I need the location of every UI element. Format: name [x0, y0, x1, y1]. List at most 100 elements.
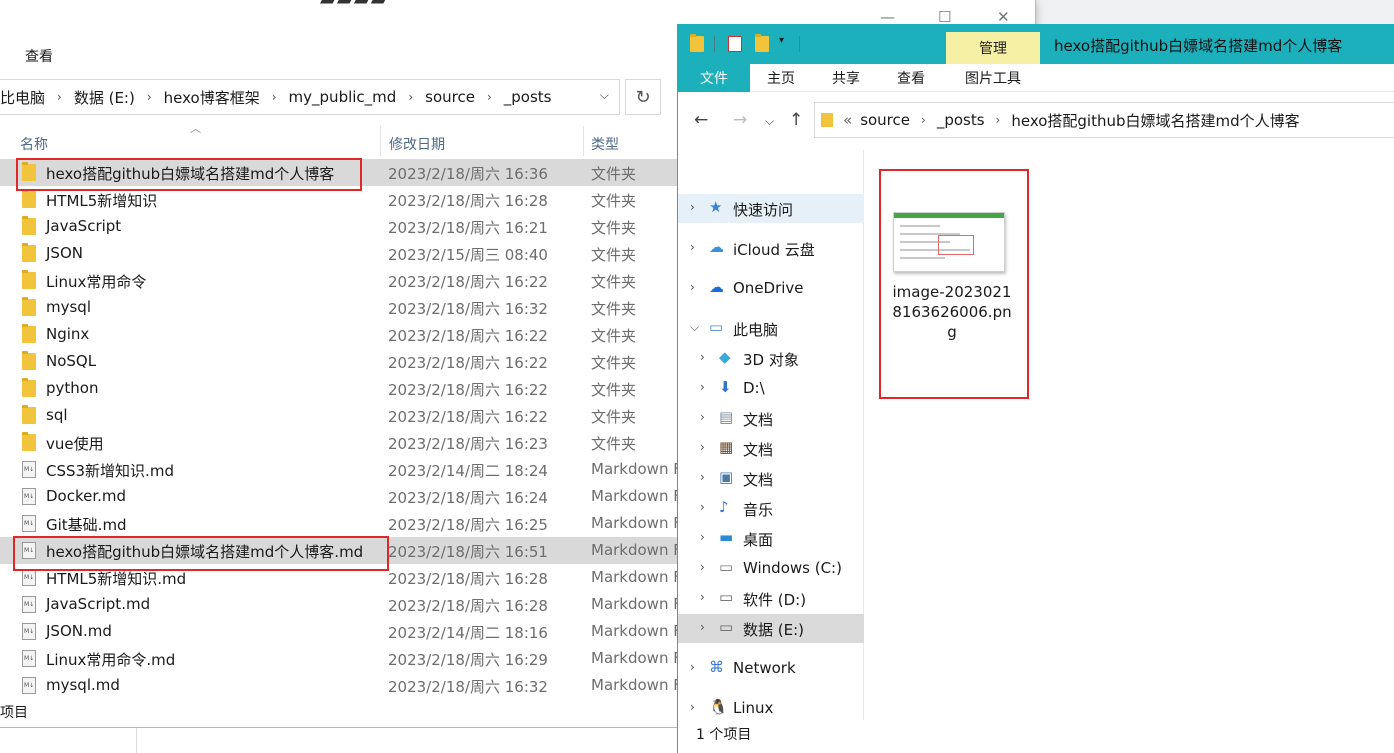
nav-item[interactable]: › ▭ 软件 (D:) — [678, 584, 864, 613]
breadcrumb-item[interactable]: source — [860, 111, 910, 129]
column-date[interactable]: 修改日期 — [389, 134, 445, 154]
file-name: JSON.md — [46, 622, 112, 640]
file-row[interactable]: Docker.md 2023/2/18/周六 16:24 Markdown F — [0, 483, 682, 510]
file-row[interactable]: NoSQL 2023/2/18/周六 16:22 文件夹 — [0, 348, 680, 375]
column-name[interactable]: 名称 — [20, 134, 48, 154]
nav-item[interactable]: › ▭ Windows (C:) — [678, 554, 864, 583]
tab-share[interactable]: 共享 — [817, 64, 875, 92]
properties-icon[interactable] — [728, 36, 742, 52]
file-row[interactable]: hexo搭配github白嫖域名搭建md个人博客.md 2023/2/18/周六 … — [0, 537, 682, 564]
address-overflow[interactable]: « — [843, 111, 852, 129]
file-row[interactable]: Nginx 2023/2/18/周六 16:22 文件夹 — [0, 321, 680, 348]
nav-item[interactable]: › 🐧 Linux — [678, 694, 864, 723]
file-row[interactable]: JavaScript.md 2023/2/18/周六 16:28 Markdown … — [0, 591, 682, 618]
recent-dropdown-icon[interactable]: ⌵ — [765, 114, 774, 129]
markdown-file-icon — [22, 515, 36, 532]
breadcrumb-separator-icon[interactable]: › — [272, 90, 277, 104]
nav-item[interactable]: › ▣ 文档 — [678, 464, 864, 493]
forward-arrow-icon[interactable]: → — [733, 110, 747, 130]
file-row[interactable]: Linux常用命令 2023/2/18/周六 16:22 文件夹 — [0, 267, 680, 294]
file-row[interactable]: hexo搭配github白嫖域名搭建md个人博客 2023/2/18/周六 16:… — [0, 159, 680, 186]
breadcrumb-separator-icon[interactable]: › — [996, 113, 1001, 127]
tab-file[interactable]: 文件 — [678, 64, 750, 92]
chevron-right-icon[interactable]: › — [690, 660, 695, 674]
tab-manage[interactable]: 管理 — [946, 32, 1040, 64]
breadcrumb-separator-icon[interactable]: › — [921, 113, 926, 127]
tab-view[interactable]: 查看 — [882, 64, 940, 92]
chevron-right-icon[interactable]: › — [700, 470, 705, 484]
breadcrumb-item[interactable]: source — [425, 88, 475, 106]
chevron-right-icon[interactable]: › — [690, 200, 695, 214]
chevron-right-icon[interactable]: › — [690, 240, 695, 254]
breadcrumb-item[interactable]: hexo博客框架 — [164, 87, 260, 108]
image-file-name[interactable]: image-20230218163626006.png — [890, 282, 1014, 342]
chevron-right-icon[interactable]: › — [700, 620, 705, 634]
file-row[interactable]: HTML5新增知识.md 2023/2/18/周六 16:28 Markdown F — [0, 564, 682, 591]
nav-item[interactable]: › ⬇ D:\ — [678, 374, 864, 403]
nav-item[interactable]: › ☁ iCloud 云盘 — [678, 234, 864, 263]
chevron-right-icon[interactable]: › — [700, 380, 705, 394]
chevron-right-icon[interactable]: › — [700, 410, 705, 424]
file-name: hexo搭配github白嫖域名搭建md个人博客.md — [46, 543, 364, 561]
address-bar-right[interactable]: « source › _posts › hexo搭配github白嫖域名搭建md个人博客 — [814, 102, 1394, 138]
ribbon-view-label[interactable]: 查看 — [25, 46, 53, 66]
nav-item[interactable]: › ◆ 3D 对象 — [678, 344, 864, 373]
nav-item[interactable]: › ★ 快速访问 — [678, 194, 864, 223]
computer-icon: ▭ — [709, 318, 724, 336]
nav-item[interactable]: › ▭ 数据 (E:) — [678, 614, 864, 643]
chevron-down-icon[interactable]: ⌵ — [690, 320, 699, 335]
file-row[interactable]: JavaScript 2023/2/18/周六 16:21 文件夹 — [0, 213, 680, 240]
file-row[interactable]: mysql 2023/2/18/周六 16:32 文件夹 — [0, 294, 680, 321]
tab-home[interactable]: 主页 — [752, 64, 810, 92]
breadcrumb-item[interactable]: _posts — [937, 111, 985, 129]
file-row[interactable]: python 2023/2/18/周六 16:22 文件夹 — [0, 375, 680, 402]
nav-item[interactable]: ⌵ ▭ 此电脑 — [678, 314, 864, 343]
chevron-right-icon[interactable]: › — [700, 350, 705, 364]
nav-item[interactable]: › ⌘ Network — [678, 654, 864, 683]
image-thumbnail[interactable] — [893, 212, 1005, 272]
file-row[interactable]: vue使用 2023/2/18/周六 16:23 文件夹 — [0, 429, 680, 456]
file-row[interactable]: mysql.md 2023/2/18/周六 16:32 Markdown F — [0, 672, 682, 699]
address-bar[interactable]: 比电脑 › 数据 (E:) › hexo博客框架 › my_public_md › source… — [0, 79, 620, 115]
breadcrumb-separator-icon[interactable]: › — [147, 90, 152, 104]
nav-item[interactable]: › ▤ 文档 — [678, 404, 864, 433]
file-row[interactable]: HTML5新增知识 2023/2/18/周六 16:28 文件夹 — [0, 186, 680, 213]
new-folder-icon[interactable] — [755, 34, 769, 52]
file-row[interactable]: Linux常用命令.md 2023/2/18/周六 16:29 Markdown F — [0, 645, 682, 672]
file-name: hexo搭配github白嫖域名搭建md个人博客 — [46, 165, 335, 183]
breadcrumb-item[interactable]: 数据 (E:) — [74, 87, 135, 108]
chevron-right-icon[interactable]: › — [700, 590, 705, 604]
chevron-right-icon[interactable]: › — [700, 440, 705, 454]
breadcrumb-item[interactable]: _posts — [504, 88, 552, 106]
file-row[interactable]: CSS3新增知识.md 2023/2/14/周二 18:24 Markdown F — [0, 456, 682, 483]
chevron-right-icon[interactable]: › — [700, 500, 705, 514]
nav-item[interactable]: › ▦ 文档 — [678, 434, 864, 463]
chevron-down-icon[interactable]: ⌵ — [600, 88, 609, 103]
file-row[interactable]: Git基础.md 2023/2/18/周六 16:25 Markdown F — [0, 510, 682, 537]
breadcrumb-item[interactable]: hexo搭配github白嫖域名搭建md个人博客 — [1011, 110, 1299, 131]
chevron-right-icon[interactable]: › — [690, 700, 695, 714]
folder-icon — [22, 216, 36, 235]
nav-item-label: OneDrive — [733, 279, 804, 297]
breadcrumb-item[interactable]: my_public_md — [289, 88, 397, 106]
chevron-right-icon[interactable]: › — [700, 530, 705, 544]
breadcrumb-separator-icon[interactable]: › — [57, 90, 62, 104]
nav-item[interactable]: › ▬ 桌面 — [678, 524, 864, 553]
file-row[interactable]: JSON 2023/2/15/周三 08:40 文件夹 — [0, 240, 680, 267]
up-arrow-icon[interactable]: ↑ — [789, 110, 803, 130]
breadcrumb-item[interactable]: 比电脑 — [0, 87, 45, 108]
back-arrow-icon[interactable]: ← — [694, 110, 708, 130]
file-row[interactable]: sql 2023/2/18/周六 16:22 文件夹 — [0, 402, 680, 429]
breadcrumb-separator-icon[interactable]: › — [487, 90, 492, 104]
breadcrumb-separator-icon[interactable]: › — [408, 90, 413, 104]
qat-dropdown-icon[interactable]: ▾ — [779, 35, 784, 46]
nav-item[interactable]: › ♪ 音乐 — [678, 494, 864, 523]
file-row[interactable]: JSON.md 2023/2/14/周二 18:16 Markdown F — [0, 618, 682, 645]
navigation-bar: ← → ⌵ ↑ « source › _posts › hexo搭配github白嫖域名… — [678, 100, 1394, 140]
chevron-right-icon[interactable]: › — [690, 280, 695, 294]
nav-item[interactable]: › ☁ OneDrive — [678, 274, 864, 303]
chevron-right-icon[interactable]: › — [700, 560, 705, 574]
column-type[interactable]: 类型 — [591, 134, 619, 154]
refresh-icon[interactable]: ↻ — [625, 79, 661, 115]
tab-picture-tools[interactable]: 图片工具 — [946, 64, 1040, 92]
